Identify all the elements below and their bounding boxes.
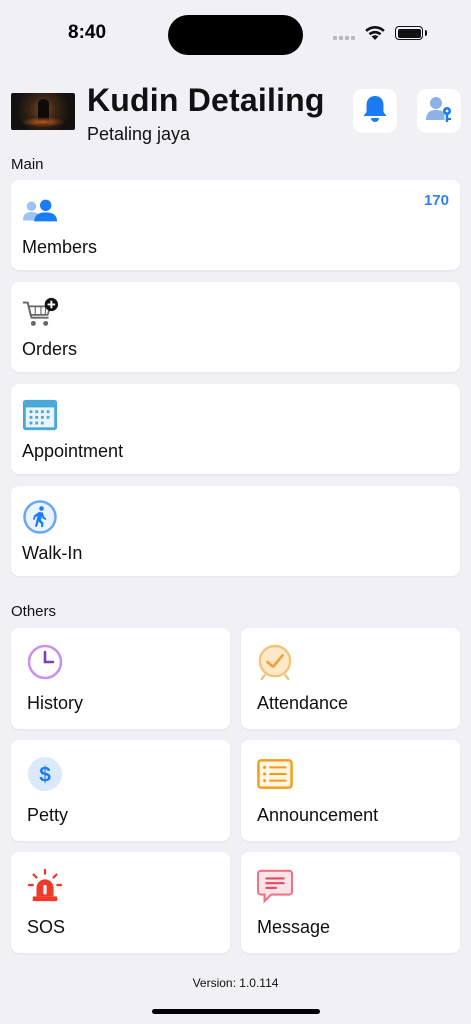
cart-add-icon [22, 295, 58, 331]
attendance-label: Attendance [257, 693, 349, 713]
home-indicator[interactable] [152, 1009, 320, 1014]
walk-in-label: Walk-In [22, 543, 83, 563]
message-label: Message [257, 917, 331, 937]
attendance-card[interactable]: Attendance [241, 628, 460, 729]
message-card[interactable]: Message [241, 852, 460, 953]
wifi-icon [364, 24, 386, 46]
members-icon [22, 193, 58, 229]
orders-card[interactable]: Orders [11, 282, 460, 372]
list-icon [257, 756, 293, 792]
dollar-icon: $ [27, 756, 63, 792]
cellular-signal-icon [333, 36, 355, 40]
orders-label: Orders [22, 339, 78, 359]
user-key-icon [424, 94, 454, 129]
status-bar: 8:40 [0, 0, 471, 62]
svg-text:$: $ [39, 764, 51, 787]
walk-in-card[interactable]: Walk-In [11, 486, 460, 576]
business-name: Kudin Detailing [87, 82, 325, 118]
section-main-label: Main [11, 156, 44, 173]
app-header: Kudin Detailing Petaling jaya [11, 82, 461, 148]
business-location: Petaling jaya [87, 124, 191, 144]
appointment-label: Appointment [22, 441, 124, 461]
siren-icon [27, 868, 63, 904]
sos-label: SOS [27, 917, 66, 937]
appointment-card[interactable]: Appointment [11, 384, 460, 474]
sos-card[interactable]: SOS [11, 852, 230, 953]
bell-icon [361, 94, 389, 129]
petty-label: Petty [27, 805, 69, 825]
user-settings-button[interactable] [417, 89, 461, 133]
members-count-badge: 170 [423, 192, 449, 209]
history-card[interactable]: History [11, 628, 230, 729]
app-version: Version: 1.0.114 [192, 976, 279, 990]
business-logo [11, 93, 75, 130]
status-time: 8:40 [68, 22, 107, 43]
members-label: Members [22, 237, 98, 257]
clock-icon [27, 644, 63, 680]
notifications-button[interactable] [353, 89, 397, 133]
battery-icon [395, 26, 427, 40]
history-label: History [27, 693, 84, 713]
announcement-label: Announcement [257, 805, 379, 825]
announcement-card[interactable]: Announcement [241, 740, 460, 841]
petty-card[interactable]: $ Petty [11, 740, 230, 841]
message-icon [257, 868, 293, 904]
section-others-label: Others [11, 603, 57, 620]
walk-icon [22, 499, 58, 535]
calendar-icon [22, 397, 58, 433]
alarm-icon [257, 644, 293, 681]
members-card[interactable]: 170 Members [11, 180, 460, 270]
dynamic-island [168, 15, 303, 55]
